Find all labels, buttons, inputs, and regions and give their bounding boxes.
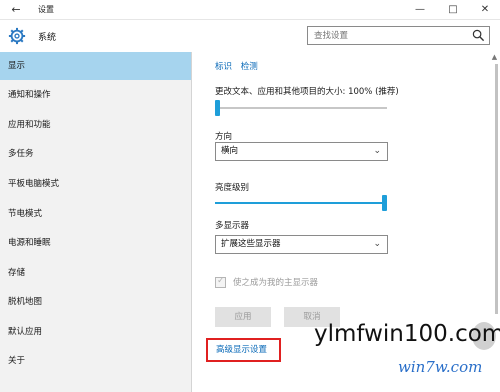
multi-display-label: 多显示器 — [215, 221, 250, 231]
chevron-down-icon: ⌄ — [373, 146, 381, 156]
primary-display-checkbox[interactable]: ✓ — [215, 276, 226, 288]
chevron-down-icon: ⌄ — [373, 239, 381, 249]
minimize-icon[interactable]: — — [405, 0, 435, 20]
brightness-label: 亮度级别 — [215, 183, 250, 193]
sidebar-item-offline-maps[interactable]: 脱机地图 — [0, 288, 191, 316]
multi-display-value: 扩展这些显示器 — [221, 239, 281, 249]
scrollbar-thumb[interactable] — [495, 64, 498, 314]
watermark: ylmfwin100.com win7w.com — [300, 318, 500, 392]
watermark-main-text: ylmfwin100.com — [314, 321, 500, 347]
checkmark-icon: ✓ — [217, 276, 225, 286]
brightness-slider-fill — [215, 202, 382, 204]
scale-label: 更改文本、应用和其他项目的大小: 100% (推荐) — [215, 87, 399, 97]
primary-display-label: 使之成为我的主显示器 — [233, 278, 319, 288]
scale-slider-thumb[interactable] — [215, 100, 220, 116]
multi-display-dropdown[interactable]: 扩展这些显示器 ⌄ — [215, 235, 388, 254]
sidebar-item-multitasking[interactable]: 多任务 — [0, 140, 191, 168]
watermark-sub-text: win7w.com — [398, 358, 483, 376]
search-icon[interactable] — [472, 29, 485, 42]
section-title: 系统 — [38, 33, 57, 43]
window-title: 设置 — [38, 5, 54, 14]
brightness-slider-thumb[interactable] — [382, 195, 387, 211]
identify-link[interactable]: 标识 — [215, 62, 232, 72]
identify-detect-links: 标识 检测 — [215, 60, 258, 72]
sidebar-item-tablet-mode[interactable]: 平板电脑模式 — [0, 170, 191, 198]
sidebar-item-about[interactable]: 关于 — [0, 347, 191, 375]
sidebar-item-power-sleep[interactable]: 电源和睡眠 — [0, 229, 191, 257]
link-separator — [235, 62, 238, 72]
sidebar-item-default-apps[interactable]: 默认应用 — [0, 318, 191, 346]
title-bar: ← 设置 — □ ✕ — [0, 0, 500, 20]
scroll-up-icon[interactable]: ▲ — [489, 52, 500, 62]
sidebar-item-notifications[interactable]: 通知和操作 — [0, 81, 191, 109]
settings-header: 系统 — [0, 20, 500, 52]
maximize-icon[interactable]: □ — [438, 0, 468, 20]
scale-slider[interactable] — [215, 100, 387, 116]
sidebar-item-battery-saver[interactable]: 节电模式 — [0, 200, 191, 228]
sidebar-item-storage[interactable]: 存储 — [0, 259, 191, 287]
search-input[interactable] — [308, 27, 468, 44]
detect-link[interactable]: 检测 — [241, 62, 258, 72]
orientation-value: 横向 — [221, 146, 239, 156]
search-box[interactable] — [307, 26, 490, 45]
apply-button[interactable]: 应用 — [215, 307, 271, 327]
gear-icon — [8, 27, 26, 45]
sidebar-nav: 显示 通知和操作 应用和功能 多任务 平板电脑模式 节电模式 电源和睡眠 存储 … — [0, 52, 192, 392]
orientation-label: 方向 — [215, 132, 233, 142]
advanced-display-settings-link[interactable]: 高级显示设置 — [206, 338, 281, 362]
sidebar-item-apps-features[interactable]: 应用和功能 — [0, 111, 191, 139]
sidebar-item-display[interactable]: 显示 — [0, 52, 191, 80]
close-icon[interactable]: ✕ — [470, 0, 500, 20]
scale-slider-track — [215, 107, 387, 109]
brightness-slider[interactable] — [215, 195, 387, 211]
back-arrow-icon[interactable]: ← — [8, 2, 24, 18]
orientation-dropdown[interactable]: 横向 ⌄ — [215, 142, 388, 161]
